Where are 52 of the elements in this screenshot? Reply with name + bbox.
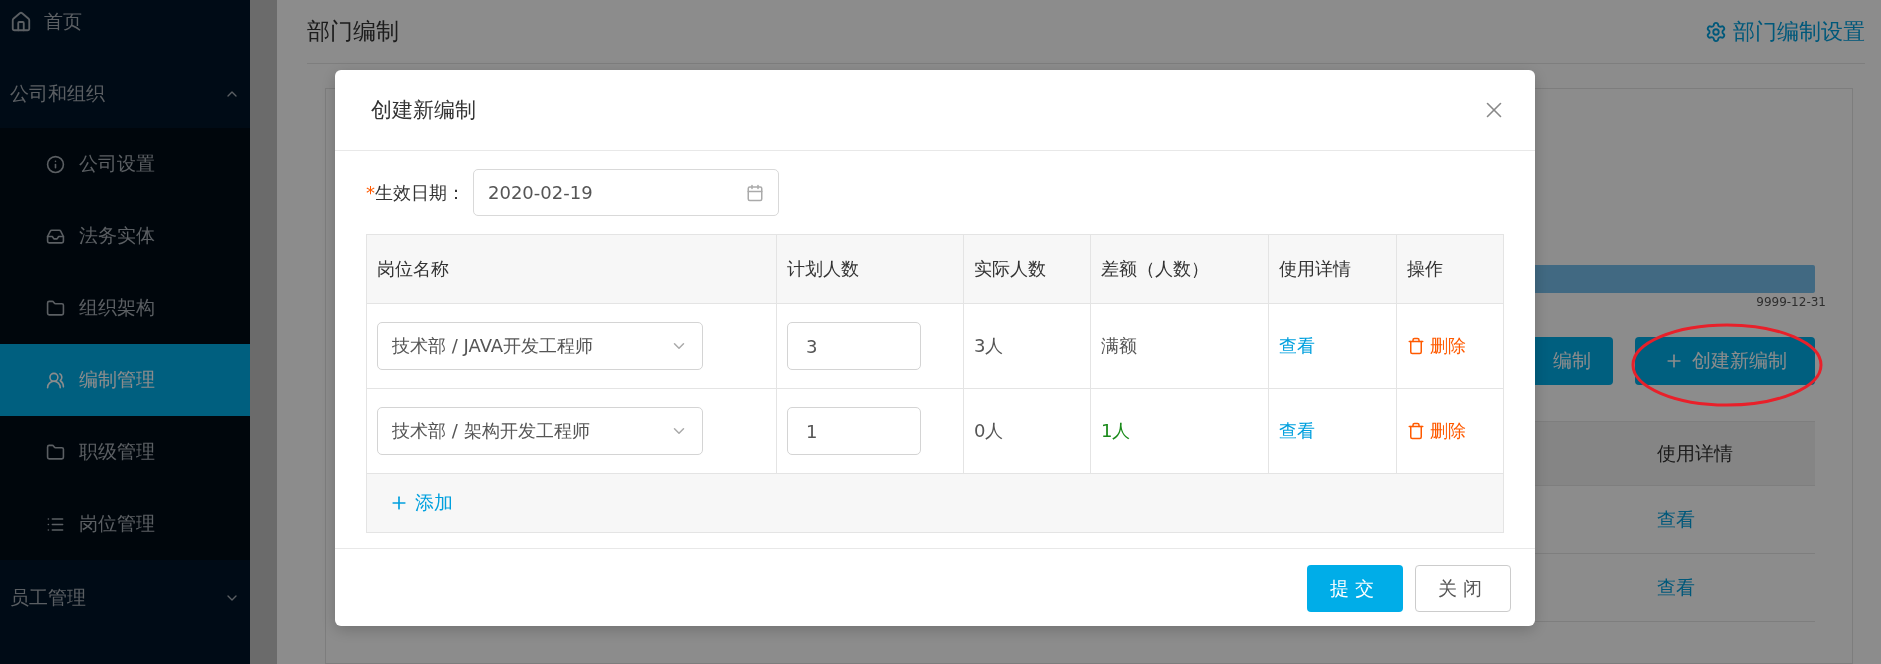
table-cell: 0人 <box>974 419 1004 443</box>
column-header: 实际人数 <box>974 257 1046 281</box>
sidebar-group[interactable]: 员工管理 <box>0 560 250 636</box>
table-cell: 1人 <box>1101 419 1131 443</box>
sidebar-item[interactable]: 职级管理 <box>0 416 250 488</box>
trash-icon <box>1407 337 1425 355</box>
position-select[interactable]: 技术部 / JAVA开发工程师 <box>377 322 703 370</box>
column-header: 岗位名称 <box>377 257 449 281</box>
users-icon <box>46 370 65 390</box>
column-header: 操作 <box>1407 257 1443 281</box>
trash-icon <box>1407 422 1425 440</box>
calendar-icon <box>746 183 764 202</box>
column-header: 差额（人数） <box>1101 257 1209 281</box>
view-link[interactable]: 查看 <box>1657 506 1695 533</box>
sidebar-group[interactable]: 公司和组织 <box>0 44 250 128</box>
add-button[interactable]: 添加 <box>389 490 453 516</box>
date-field[interactable]: 2020-02-19 <box>473 169 779 216</box>
folder-icon <box>46 298 65 318</box>
table-cell: 3人 <box>974 334 1004 358</box>
view-link[interactable]: 查看 <box>1657 574 1695 601</box>
sidebar-item[interactable]: 首页 <box>0 0 250 44</box>
page-title: 部门编制 <box>307 17 399 46</box>
column-header: 使用详情 <box>1279 257 1351 281</box>
timeline-date: 9999-12-31 <box>1756 295 1826 309</box>
view-link[interactable]: 查看 <box>1279 419 1315 443</box>
column-header: 计划人数 <box>787 257 859 281</box>
required-mark: * <box>366 181 375 203</box>
info-icon <box>46 154 65 174</box>
sidebar-item[interactable]: 岗位管理 <box>0 488 250 560</box>
settings-link[interactable]: 部门编制设置 <box>1705 16 1865 47</box>
delete-button[interactable]: 删除 <box>1407 334 1466 358</box>
sidebar-item[interactable]: 法务实体 <box>0 200 250 272</box>
scrollbar[interactable] <box>250 0 277 664</box>
planned-count-field[interactable]: 1 <box>787 407 921 455</box>
date-label: *生效日期： <box>366 180 465 205</box>
folder-icon <box>46 442 65 462</box>
close-button[interactable]: 关闭 <box>1415 565 1511 612</box>
inbox-icon <box>46 226 65 246</box>
sidebar-item[interactable]: 公司设置 <box>0 128 250 200</box>
view-link[interactable]: 查看 <box>1279 334 1315 358</box>
planned-count-field[interactable]: 3 <box>787 322 921 370</box>
column-header: 使用详情 <box>1657 440 1733 466</box>
settings-icon <box>1705 20 1727 43</box>
modal-title: 创建新编制 <box>371 97 476 124</box>
table-cell: 满额 <box>1101 334 1137 358</box>
home-icon <box>10 11 32 33</box>
sidebar-item[interactable]: 编制管理 <box>0 344 250 416</box>
submit-button[interactable]: 提交 <box>1307 565 1403 612</box>
position-select[interactable]: 技术部 / 架构开发工程师 <box>377 407 703 455</box>
action-button[interactable]: 创建新编制 <box>1635 337 1815 385</box>
delete-button[interactable]: 删除 <box>1407 419 1466 443</box>
sidebar-item[interactable]: 组织架构 <box>0 272 250 344</box>
